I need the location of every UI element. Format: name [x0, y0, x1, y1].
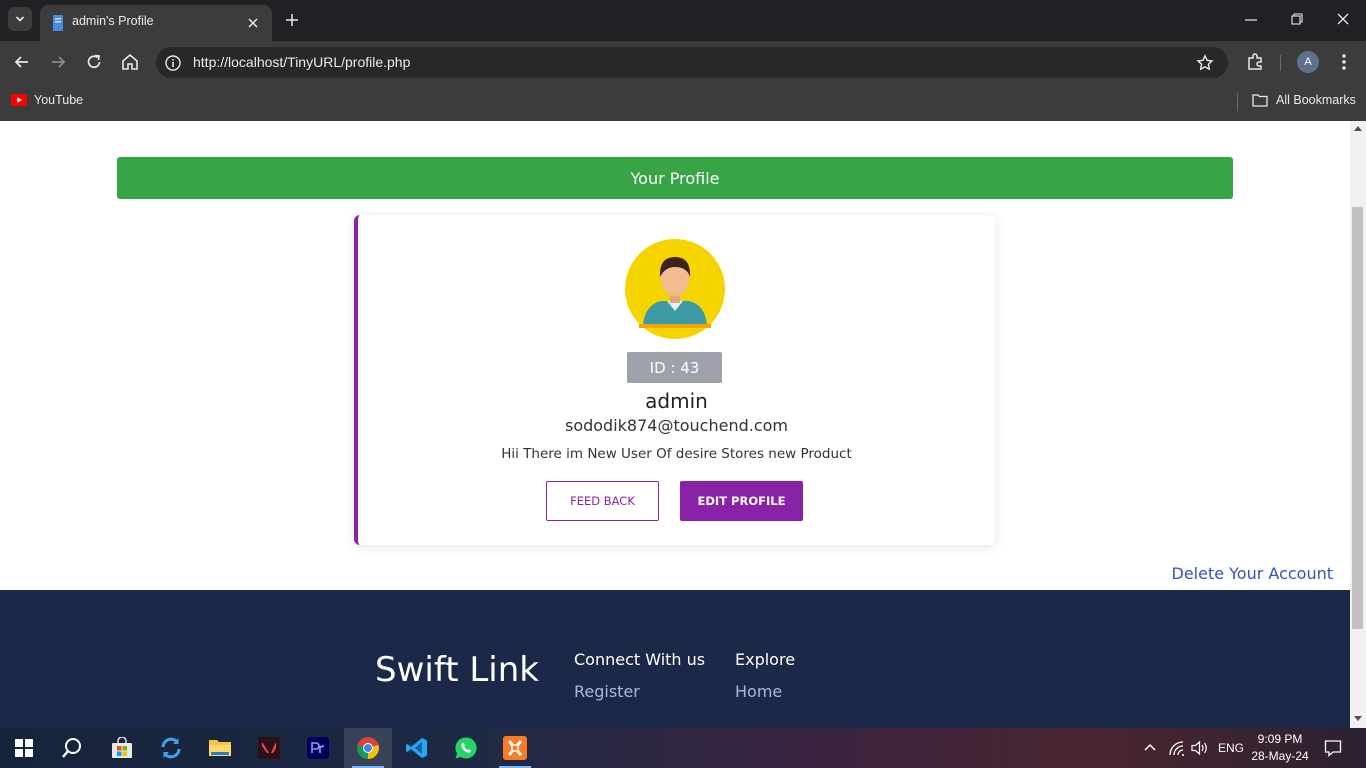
bookmark-star-icon[interactable]: [1196, 54, 1214, 72]
browser-tab-strip: admin's Profile: [0, 0, 1366, 41]
page-favicon-icon: [53, 15, 63, 31]
start-button[interactable]: [0, 728, 48, 768]
delete-account-link[interactable]: Delete Your Account: [1172, 564, 1334, 583]
page-viewport: Your Profile ID : 43 admin sododik874@to…: [0, 121, 1350, 728]
notification-icon: [1324, 740, 1342, 757]
browser-toolbar: http://localhost/TinyURL/profile.php A: [0, 41, 1366, 84]
taskbar-whatsapp[interactable]: [442, 728, 490, 768]
taskbar-sync[interactable]: [147, 728, 195, 768]
taskbar-premiere[interactable]: [294, 728, 342, 768]
profile-avatar-button[interactable]: A: [1297, 51, 1319, 73]
site-info-icon[interactable]: [164, 54, 182, 72]
speaker-icon: [1191, 740, 1207, 756]
profile-username: admin: [645, 389, 708, 413]
scroll-up-arrow-icon[interactable]: [1354, 126, 1362, 131]
file-explorer-icon: [209, 740, 231, 756]
kebab-menu-icon[interactable]: [1334, 52, 1354, 72]
tab-title: admin's Profile: [72, 14, 154, 28]
windows-start-icon: [15, 739, 33, 757]
xampp-icon: [503, 736, 527, 760]
chrome-icon: [357, 737, 379, 759]
user-avatar-icon: [625, 239, 725, 339]
browser-tab-active[interactable]: admin's Profile: [40, 5, 272, 41]
footer-column-explore: Explore Home: [735, 650, 795, 701]
whatsapp-icon: [455, 737, 477, 759]
toolbar-separator: [1280, 55, 1281, 71]
action-center-button[interactable]: [1324, 728, 1342, 768]
page-title: Your Profile: [630, 168, 720, 188]
forward-arrow-icon[interactable]: [48, 52, 68, 72]
footer-link-home[interactable]: Home: [735, 682, 795, 701]
back-arrow-icon[interactable]: [12, 52, 32, 72]
scroll-down-arrow-icon[interactable]: [1354, 716, 1362, 721]
close-tab-icon[interactable]: [244, 14, 262, 32]
extensions-icon[interactable]: [1245, 52, 1265, 72]
taskbar-xampp[interactable]: [491, 728, 539, 768]
site-footer: Swift Link Connect With us Register Expl…: [0, 590, 1350, 728]
system-tray: [1142, 728, 1158, 768]
user-id-badge: ID : 43: [627, 352, 722, 383]
tray-volume[interactable]: [1191, 728, 1209, 768]
clock-date: 28-May-24: [1251, 749, 1309, 763]
taskbar-valorant[interactable]: [245, 728, 293, 768]
tray-language[interactable]: ENG: [1218, 728, 1244, 768]
profile-header-bar: Your Profile: [117, 157, 1233, 199]
footer-brand: Swift Link: [375, 650, 539, 690]
bookmarks-separator: [1237, 93, 1238, 111]
footer-heading: Connect With us: [574, 650, 706, 669]
youtube-icon: [11, 94, 27, 106]
folder-icon: [1252, 94, 1268, 107]
premiere-pro-icon: [307, 737, 329, 759]
home-icon[interactable]: [120, 52, 140, 72]
scrollbar-thumb[interactable]: [1352, 207, 1363, 629]
bookmark-youtube[interactable]: YouTube: [11, 93, 83, 107]
footer-heading: Explore: [735, 650, 796, 669]
edit-profile-button[interactable]: EDIT PROFILE: [680, 481, 803, 521]
restore-icon[interactable]: [1289, 10, 1305, 30]
taskbar-search[interactable]: [48, 728, 96, 768]
profile-bio: Hii There im New User Of desire Stores n…: [501, 446, 852, 462]
footer-link-register[interactable]: Register: [574, 682, 705, 701]
search-icon: [62, 738, 81, 758]
minimize-icon[interactable]: [1243, 10, 1259, 30]
chevron-down-icon: [15, 16, 25, 22]
taskbar-file-explorer[interactable]: [196, 728, 244, 768]
footer-column-connect: Connect With us Register: [574, 650, 705, 701]
all-bookmarks-label: All Bookmarks: [1276, 93, 1356, 107]
chevron-up-icon[interactable]: [1142, 740, 1158, 756]
windows-taskbar: ENG 9:09 PM 28-May-24: [0, 728, 1366, 768]
taskbar-vscode[interactable]: [393, 728, 441, 768]
close-window-icon[interactable]: [1335, 10, 1351, 30]
page-scrollbar[interactable]: [1350, 121, 1366, 728]
profile-email: sododik874@touchend.com: [564, 416, 788, 435]
vscode-icon: [406, 738, 427, 758]
taskbar-chrome[interactable]: [344, 728, 392, 768]
valorant-icon: [258, 737, 280, 759]
wifi-icon: [1169, 741, 1184, 756]
clock-time: 9:09 PM: [1257, 732, 1303, 746]
tray-network[interactable]: [1168, 728, 1186, 768]
taskbar-app-store[interactable]: [98, 728, 146, 768]
url-text[interactable]: http://localhost/TinyURL/profile.php: [193, 54, 410, 70]
all-bookmarks-button[interactable]: All Bookmarks: [1252, 93, 1356, 107]
bookmark-label: YouTube: [34, 93, 84, 107]
bookmarks-bar: YouTube All Bookmarks: [0, 84, 1366, 121]
microsoft-store-icon: [112, 737, 132, 758]
taskbar-clock[interactable]: 9:09 PM 28-May-24: [1246, 731, 1314, 765]
new-tab-icon[interactable]: [282, 10, 302, 30]
feedback-button[interactable]: FEED BACK: [546, 481, 659, 521]
sync-icon: [161, 737, 181, 759]
tab-search-button[interactable]: [8, 7, 32, 31]
reload-icon[interactable]: [84, 52, 104, 72]
profile-card: ID : 43 admin sododik874@touchend.com Hi…: [354, 215, 995, 545]
address-bar[interactable]: http://localhost/TinyURL/profile.php: [156, 47, 1228, 78]
